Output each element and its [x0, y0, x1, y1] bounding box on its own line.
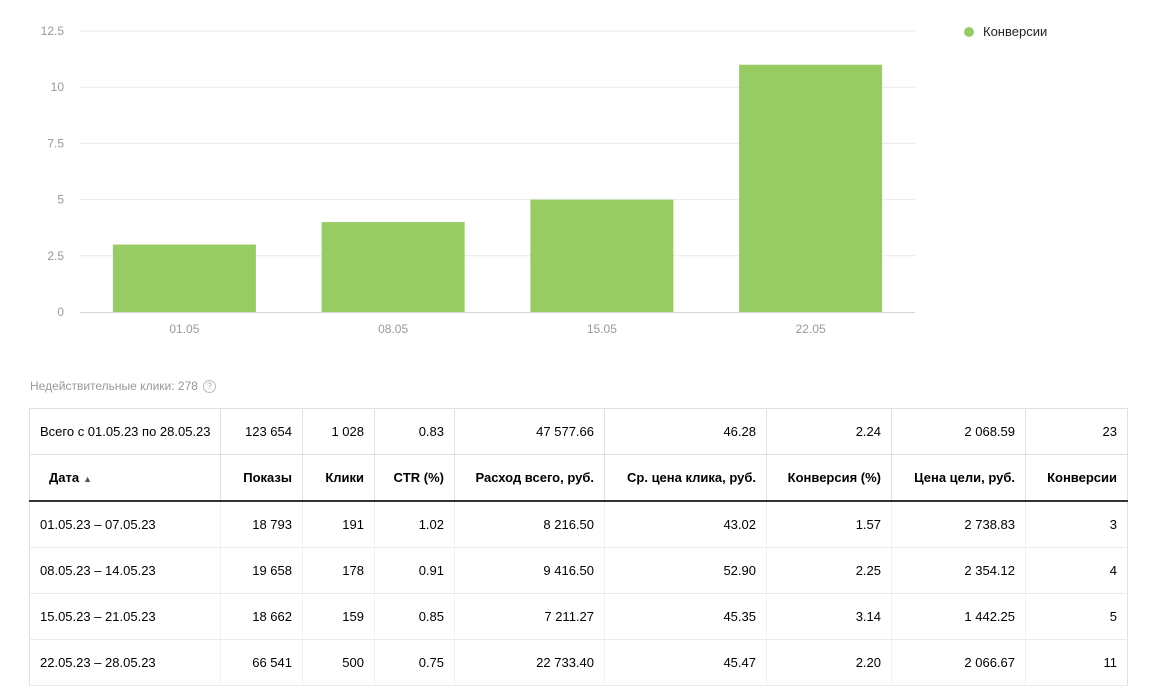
y-tick-label: 2.5 — [47, 249, 64, 263]
table-cell: 11 — [1025, 639, 1128, 686]
total-cell: 123 654 — [220, 408, 303, 455]
y-tick-label: 5 — [57, 193, 64, 207]
column-header-label: Дата — [49, 470, 80, 485]
table-cell: 0.85 — [374, 593, 455, 640]
table-cell: 22.05.23 – 28.05.23 — [29, 639, 221, 686]
question-circle-icon[interactable]: ? — [202, 379, 216, 393]
invalid-clicks-label: Недействительные клики: 278 — [30, 379, 198, 393]
x-tick-label: 08.05 — [378, 322, 408, 336]
column-header-impressions[interactable]: Показы — [220, 454, 303, 502]
legend-dot-icon — [964, 26, 974, 37]
table-cell: 1.57 — [766, 501, 892, 548]
y-tick-label: 0 — [57, 305, 64, 319]
table-cell: 2 738.83 — [891, 501, 1026, 548]
table-cell: 178 — [302, 547, 375, 594]
table-cell: 5 — [1025, 593, 1128, 640]
column-header-avg-cpc[interactable]: Ср. цена клика, руб. — [604, 454, 767, 502]
table-cell: 52.90 — [604, 547, 767, 594]
column-header-conversion-rate[interactable]: Конверсия (%) — [766, 454, 892, 502]
table-cell: 0.75 — [374, 639, 455, 686]
legend-label: Конверсии — [983, 24, 1048, 39]
table-row: 15.05.23 – 21.05.23 18 662 159 0.85 7 21… — [29, 593, 1128, 640]
y-tick-label: 10 — [51, 80, 65, 94]
table-cell: 9 416.50 — [454, 547, 605, 594]
table-cell: 08.05.23 – 14.05.23 — [29, 547, 221, 594]
table-cell: 7 211.27 — [454, 593, 605, 640]
table-cell: 1.02 — [374, 501, 455, 548]
table-cell: 1 442.25 — [891, 593, 1026, 640]
bar[interactable] — [321, 222, 465, 312]
total-cell: 1 028 — [302, 408, 375, 455]
table-cell: 0.91 — [374, 547, 455, 594]
table-cell: 01.05.23 – 07.05.23 — [29, 501, 221, 548]
table-cell: 2.20 — [766, 639, 892, 686]
table-cell: 43.02 — [604, 501, 767, 548]
table-cell: 2.25 — [766, 547, 892, 594]
y-tick-label: 7.5 — [47, 136, 64, 150]
table-cell: 22 733.40 — [454, 639, 605, 686]
table-cell: 2 354.12 — [891, 547, 1026, 594]
column-header-clicks[interactable]: Клики — [302, 454, 375, 502]
table-cell: 45.47 — [604, 639, 767, 686]
table-cell: 500 — [302, 639, 375, 686]
column-header-conversions[interactable]: Конверсии — [1025, 454, 1128, 502]
total-cell: 2.24 — [766, 408, 892, 455]
table-cell: 3.14 — [766, 593, 892, 640]
table-cell: 18 662 — [220, 593, 303, 640]
column-header-goal-cost[interactable]: Цена цели, руб. — [891, 454, 1026, 502]
table-cell: 4 — [1025, 547, 1128, 594]
total-cell: 46.28 — [604, 408, 767, 455]
x-tick-label: 22.05 — [796, 322, 826, 336]
header-row: Дата ▲ Показы Клики CTR (%) Расход всего,… — [29, 454, 1128, 502]
sort-up-icon: ▲ — [83, 474, 93, 484]
total-cell: Всего с 01.05.23 по 28.05.23 — [29, 408, 221, 455]
conversions-bar-chart: 0 2.5 5 7.5 10 12.5 01.05 08.05 15.05 22.05 — [41, 24, 915, 336]
table-cell: 66 541 — [220, 639, 303, 686]
bar[interactable] — [112, 244, 256, 312]
table-row: 22.05.23 – 28.05.23 66 541 500 0.75 22 7… — [29, 639, 1128, 686]
x-tick-label: 15.05 — [587, 322, 617, 336]
column-header-ctr[interactable]: CTR (%) — [374, 454, 455, 502]
total-cell: 2 068.59 — [891, 408, 1026, 455]
table-row: 01.05.23 – 07.05.23 18 793 191 1.02 8 21… — [29, 501, 1128, 548]
column-header-spend[interactable]: Расход всего, руб. — [454, 454, 605, 502]
table-cell: 45.35 — [604, 593, 767, 640]
bar[interactable] — [530, 199, 674, 312]
table-cell: 159 — [302, 593, 375, 640]
table-cell: 3 — [1025, 501, 1128, 548]
table-cell: 15.05.23 – 21.05.23 — [29, 593, 221, 640]
table-cell: 19 658 — [220, 547, 303, 594]
total-row: Всего с 01.05.23 по 28.05.23 123 654 1 0… — [29, 408, 1128, 455]
x-tick-label: 01.05 — [169, 322, 199, 336]
total-cell: 47 577.66 — [454, 408, 605, 455]
total-cell: 0.83 — [374, 408, 455, 455]
stats-table: Всего с 01.05.23 по 28.05.23 123 654 1 0… — [29, 408, 1128, 686]
column-header-date[interactable]: Дата ▲ — [29, 454, 221, 502]
table-cell: 8 216.50 — [454, 501, 605, 548]
total-cell: 23 — [1025, 408, 1128, 455]
table-cell: 2 066.67 — [891, 639, 1026, 686]
table-cell: 191 — [302, 501, 375, 548]
table-row: 08.05.23 – 14.05.23 19 658 178 0.91 9 41… — [29, 547, 1128, 594]
invalid-clicks: Недействительные клики: 278 ? — [30, 379, 216, 393]
table-cell: 18 793 — [220, 501, 303, 548]
bar[interactable] — [739, 64, 883, 312]
chart-legend[interactable]: Конверсии — [964, 24, 1047, 39]
y-tick-label: 12.5 — [41, 24, 65, 38]
